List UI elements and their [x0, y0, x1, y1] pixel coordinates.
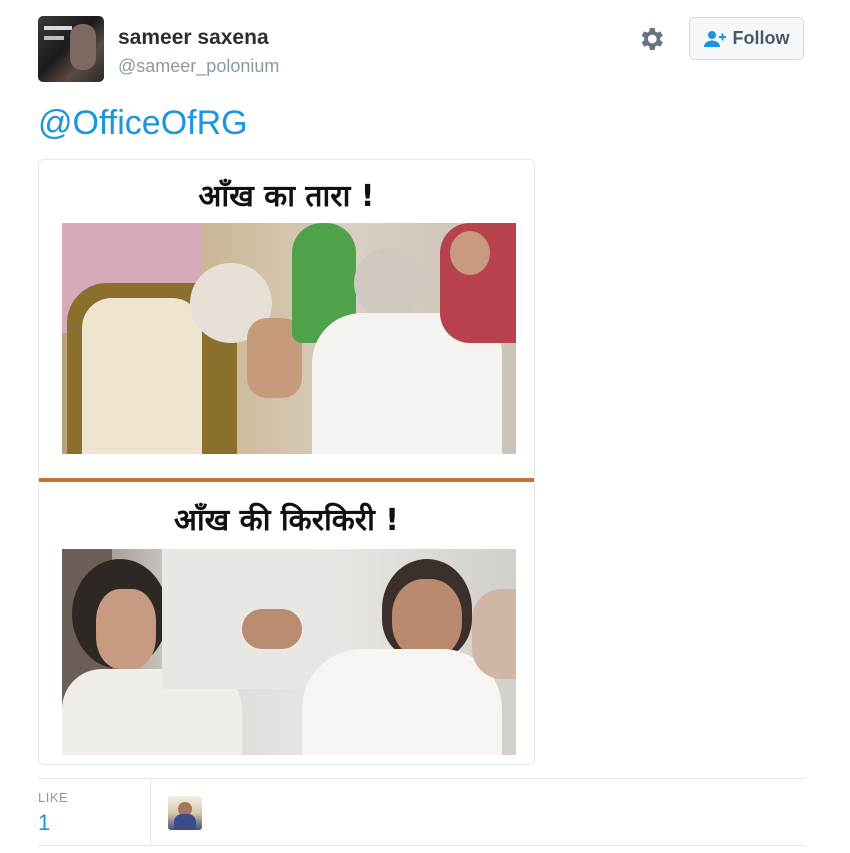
tweet-media-card[interactable]: आँख का तारा ! आँख की किरकिरी ! [38, 159, 535, 765]
media-photo-bottom [62, 549, 516, 755]
add-user-icon [703, 30, 726, 47]
follow-label: Follow [732, 28, 790, 48]
liker-avatar[interactable] [168, 796, 202, 830]
media-caption-top: आँख का तारा ! [198, 179, 375, 214]
like-count[interactable]: 1 [38, 810, 50, 836]
author-avatar[interactable] [38, 16, 104, 82]
like-label: LIKE [38, 790, 69, 805]
media-photo-top [62, 223, 516, 454]
author-handle[interactable]: @sameer_polonium [118, 56, 279, 77]
follow-button[interactable]: Follow [689, 17, 804, 60]
gear-icon[interactable] [636, 24, 666, 54]
avatar-detail [44, 36, 64, 40]
media-divider [39, 478, 534, 482]
avatar-detail [44, 26, 72, 30]
stats-separator [150, 778, 151, 845]
author-display-name[interactable]: sameer saxena [118, 26, 269, 50]
mention-link[interactable]: @OfficeOfRG [38, 104, 248, 143]
media-caption-bottom: आँख की किरकिरी ! [174, 503, 399, 538]
avatar-figure [70, 24, 96, 70]
stats-divider-bottom [38, 845, 805, 846]
stats-divider-top [38, 778, 805, 779]
